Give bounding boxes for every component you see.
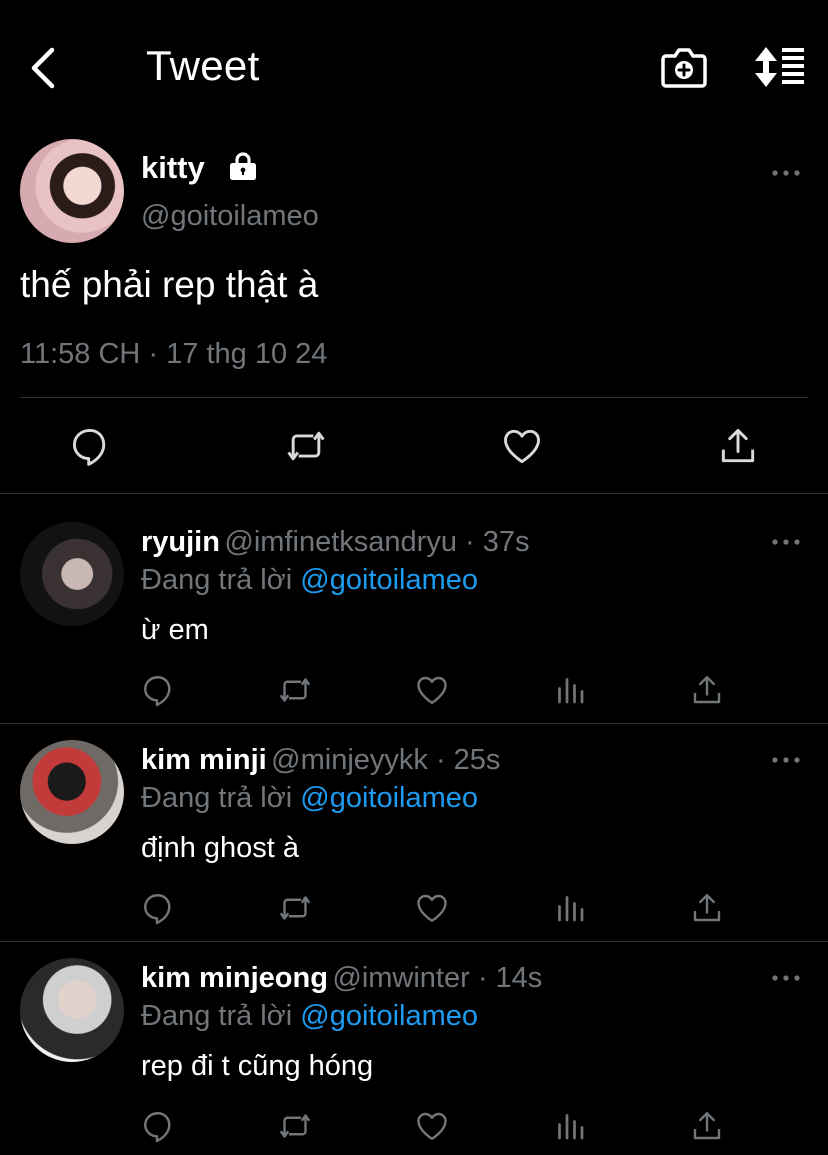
replying-label: Đang trả lời — [141, 564, 293, 596]
replying-to-link[interactable]: @goitoilameo — [300, 1000, 478, 1032]
share-icon[interactable] — [716, 424, 760, 468]
retweet-icon[interactable] — [277, 1108, 313, 1144]
reply-text: rep đi t cũng hóng — [141, 1050, 374, 1082]
reply-header: ryujin @imfinetksandryu · 37s — [141, 526, 529, 559]
reply-text: định ghost à — [141, 832, 300, 864]
avatar[interactable] — [20, 139, 124, 243]
replying-to: Đang trả lời @goitoilameo — [141, 782, 478, 815]
like-icon[interactable] — [414, 890, 450, 926]
reply-icon[interactable] — [140, 890, 176, 926]
camera-plus-icon[interactable] — [660, 44, 708, 90]
author-handle[interactable]: @goitoilameo — [141, 200, 319, 233]
replying-to-link[interactable]: @goitoilameo — [300, 564, 478, 596]
author-handle[interactable]: @minjeyykk · 25s — [271, 744, 500, 776]
stats-icon[interactable] — [552, 672, 588, 708]
tweet-text: thế phải rep thật à — [20, 264, 319, 305]
retweet-icon[interactable] — [277, 672, 313, 708]
reply-icon[interactable] — [140, 672, 176, 708]
replying-label: Đang trả lời — [141, 782, 293, 814]
share-icon[interactable] — [689, 890, 725, 926]
author-name[interactable]: kim minjeong — [141, 962, 328, 994]
lock-icon — [227, 150, 259, 182]
more-icon[interactable] — [770, 968, 802, 988]
replying-to-link[interactable]: @goitoilameo — [300, 782, 478, 814]
reply-icon[interactable] — [140, 1108, 176, 1144]
more-icon[interactable] — [770, 750, 802, 770]
page-title: Tweet — [146, 42, 260, 89]
reply-text: ừ em — [141, 614, 209, 646]
replying-to: Đang trả lời @goitoilameo — [141, 1000, 478, 1033]
reply-icon[interactable] — [68, 424, 112, 468]
share-icon[interactable] — [689, 672, 725, 708]
author-name[interactable]: kim minji — [141, 744, 267, 776]
tweet-timestamp: 11:58 CH · 17 thg 10 24 — [20, 338, 328, 370]
avatar[interactable] — [20, 740, 124, 844]
stats-icon[interactable] — [552, 890, 588, 926]
more-icon[interactable] — [770, 532, 802, 552]
chevron-left-icon[interactable] — [24, 44, 64, 92]
stats-icon[interactable] — [552, 1108, 588, 1144]
divider — [0, 723, 828, 724]
divider — [0, 941, 828, 942]
avatar[interactable] — [20, 958, 124, 1062]
replying-label: Đang trả lời — [141, 1000, 293, 1032]
replying-to: Đang trả lời @goitoilameo — [141, 564, 478, 597]
author-name[interactable]: ryujin — [141, 526, 220, 558]
reply-header: kim minjeong @imwinter · 14s — [141, 962, 542, 995]
divider — [20, 397, 808, 398]
retweet-icon[interactable] — [277, 890, 313, 926]
author-handle[interactable]: @imwinter · 14s — [332, 962, 542, 994]
avatar[interactable] — [20, 522, 124, 626]
like-icon[interactable] — [414, 1108, 450, 1144]
more-icon[interactable] — [770, 163, 802, 183]
author-name[interactable]: kitty — [141, 150, 205, 186]
like-icon[interactable] — [414, 672, 450, 708]
like-icon[interactable] — [500, 424, 544, 468]
author-handle[interactable]: @imfinetksandryu · 37s — [224, 526, 529, 558]
divider — [0, 493, 828, 494]
share-icon[interactable] — [689, 1108, 725, 1144]
retweet-icon[interactable] — [284, 424, 328, 468]
sort-icon[interactable] — [752, 44, 808, 90]
reply-header: kim minji @minjeyykk · 25s — [141, 744, 500, 777]
